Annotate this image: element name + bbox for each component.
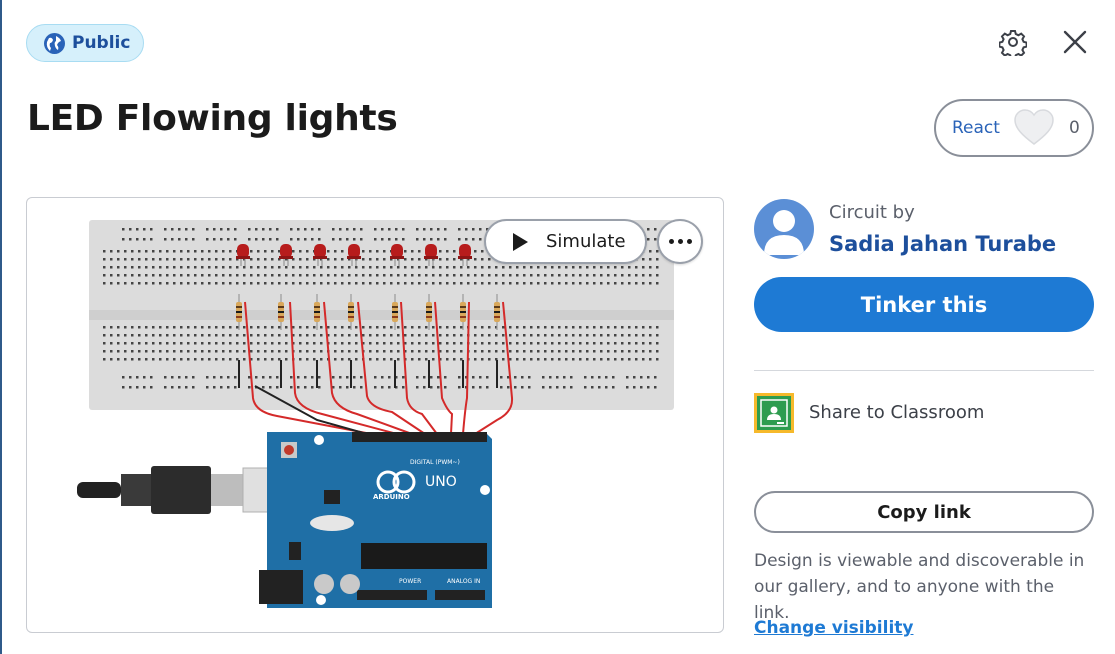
react-count: 0 bbox=[1068, 118, 1080, 138]
analog-header-label: ANALOG IN bbox=[447, 578, 480, 585]
change-visibility-link[interactable]: Change visibility bbox=[754, 618, 913, 638]
tinker-this-button[interactable]: Tinker this bbox=[754, 277, 1094, 332]
simulate-label: Simulate bbox=[546, 231, 626, 252]
react-button[interactable]: React 0 bbox=[934, 99, 1094, 157]
design-title: LED Flowing lights bbox=[27, 98, 398, 139]
board-model-label: UNO bbox=[425, 474, 457, 490]
copy-link-button[interactable]: Copy link bbox=[754, 491, 1094, 533]
more-options-button[interactable] bbox=[657, 219, 703, 264]
more-options-icon bbox=[668, 239, 674, 244]
user-icon bbox=[764, 210, 804, 255]
board-brand-label: ARDUINO bbox=[373, 493, 410, 501]
divider bbox=[754, 370, 1094, 371]
arduino-board: UNO ARDUINO DIGITAL (PWM~) POWER ANALOG … bbox=[259, 432, 492, 608]
visibility-description: Design is viewable and discoverable in o… bbox=[754, 551, 1085, 623]
digital-header-label: DIGITAL (PWM~) bbox=[410, 459, 460, 466]
google-classroom-icon[interactable] bbox=[754, 393, 794, 433]
heart-icon bbox=[1014, 109, 1054, 145]
play-icon bbox=[513, 232, 528, 251]
close-icon[interactable] bbox=[1061, 28, 1089, 56]
circuit-by-label: Circuit by bbox=[829, 202, 915, 223]
usb-cable bbox=[77, 466, 300, 514]
avatar[interactable] bbox=[754, 199, 814, 259]
tinker-label: Tinker this bbox=[860, 292, 988, 317]
window-edge bbox=[0, 0, 2, 654]
copy-link-label: Copy link bbox=[877, 501, 971, 523]
react-label: React bbox=[952, 118, 1000, 138]
gear-icon[interactable] bbox=[999, 28, 1027, 56]
globe-icon bbox=[44, 32, 65, 54]
share-to-classroom-link[interactable]: Share to Classroom bbox=[809, 402, 984, 423]
author-link[interactable]: Sadia Jahan Turabe bbox=[829, 232, 1056, 256]
simulate-button[interactable]: Simulate bbox=[484, 219, 647, 264]
visibility-label: Public bbox=[72, 33, 131, 53]
visibility-badge: Public bbox=[26, 24, 144, 62]
power-header-label: POWER bbox=[399, 578, 421, 585]
